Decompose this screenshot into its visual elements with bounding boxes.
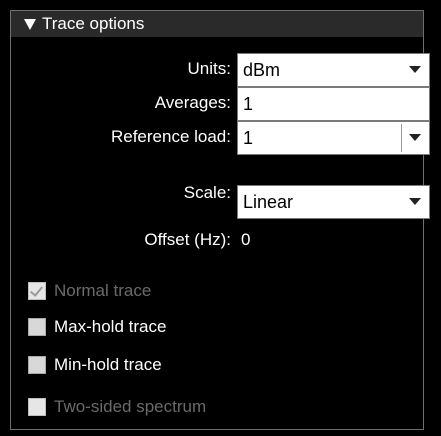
scale-dropdown[interactable]: Linear — [237, 185, 430, 219]
averages-label: Averages: — [154, 93, 231, 112]
trace-options-header[interactable]: Trace options — [11, 11, 423, 37]
two-sided-spectrum-checkbox: Two-sided spectrum — [28, 397, 206, 417]
two-sided-spectrum-label: Two-sided spectrum — [54, 397, 207, 416]
chevron-down-icon[interactable] — [409, 66, 421, 73]
units-value: dBm — [243, 59, 281, 80]
reference-load-label: Reference load: — [110, 127, 231, 146]
panel-title: Trace options — [42, 14, 145, 33]
collapse-triangle-icon[interactable] — [24, 18, 36, 30]
units-dropdown[interactable]: dBm — [237, 53, 430, 87]
min-hold-trace-checkbox[interactable]: Min-hold trace — [28, 355, 162, 375]
checkbox-icon — [28, 398, 46, 416]
units-label: Units: — [187, 59, 231, 78]
averages-input[interactable]: 1 — [237, 87, 430, 121]
offset-label: Offset (Hz): — [144, 230, 231, 249]
max-hold-trace-label[interactable]: Max-hold trace — [54, 317, 166, 337]
scale-label: Scale: — [183, 183, 231, 202]
min-hold-trace-label[interactable]: Min-hold trace — [54, 355, 162, 375]
averages-value: 1 — [243, 93, 254, 114]
chevron-down-icon[interactable] — [409, 198, 421, 205]
chevron-down-icon[interactable] — [409, 134, 421, 141]
checkbox-icon[interactable] — [28, 318, 46, 336]
normal-trace-label: Normal trace — [54, 281, 152, 300]
offset-value: 0 — [241, 230, 251, 249]
checkbox-checked-icon — [28, 282, 46, 300]
scale-value: Linear — [243, 191, 294, 212]
trace-options-panel: Trace options Units: dBm Averages: 1 Ref… — [0, 0, 441, 436]
checkbox-icon[interactable] — [28, 356, 46, 374]
reference-load-combobox[interactable]: 1 — [237, 121, 430, 155]
max-hold-trace-checkbox[interactable]: Max-hold trace — [28, 317, 166, 337]
combobox-separator — [401, 124, 402, 152]
reference-load-value: 1 — [243, 127, 254, 148]
normal-trace-checkbox: Normal trace — [28, 281, 151, 301]
